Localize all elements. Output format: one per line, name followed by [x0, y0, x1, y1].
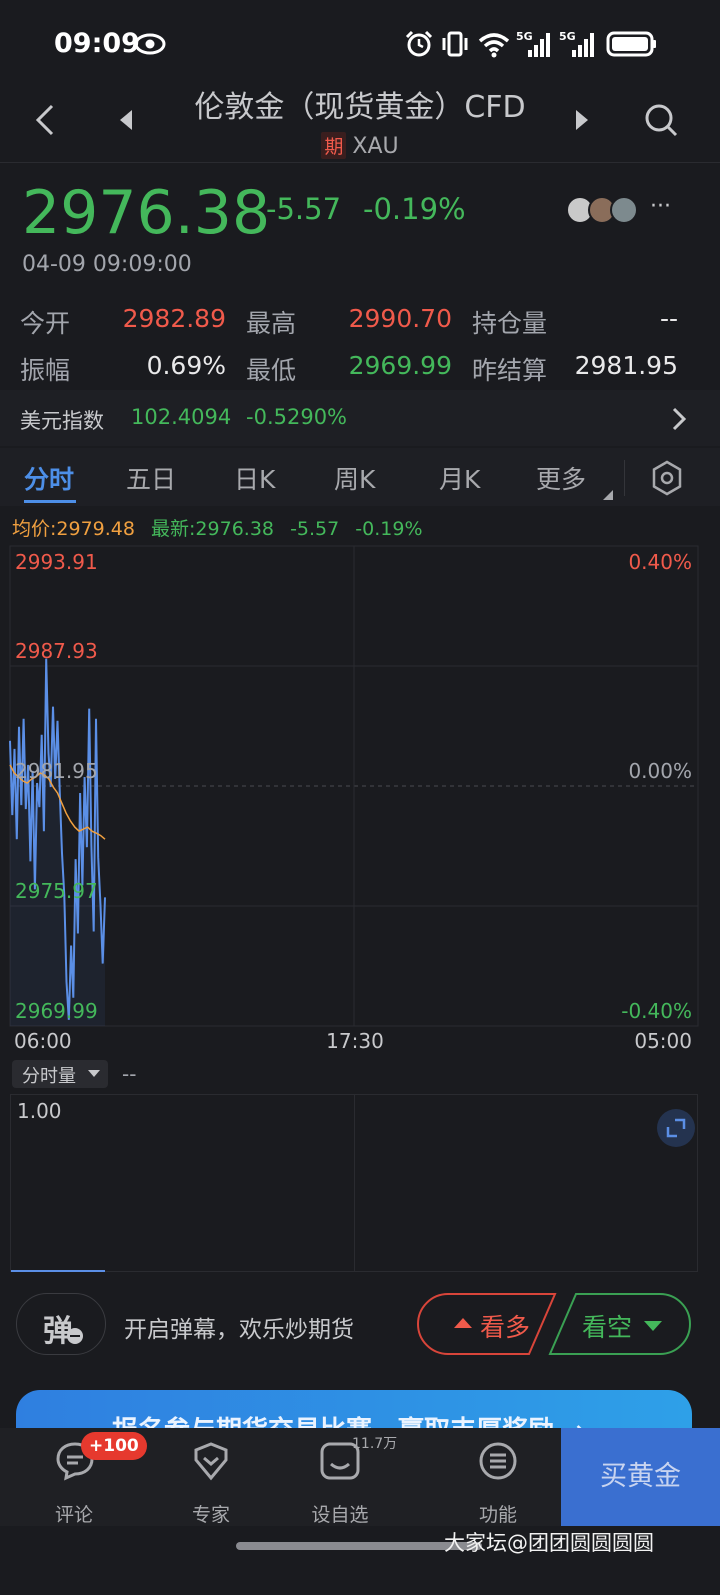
- open-interest-label: 持仓量: [472, 309, 548, 338]
- volume-value: --: [122, 1062, 137, 1086]
- high-value: 2990.70: [348, 304, 452, 333]
- next-symbol-icon[interactable]: [572, 108, 592, 132]
- x-tick-label: 17:30: [326, 1029, 384, 1053]
- expand-button[interactable]: [657, 1109, 695, 1147]
- tab-five-day[interactable]: 五日: [126, 460, 176, 496]
- low-value: 2969.99: [348, 351, 452, 380]
- battery-icon: [606, 31, 656, 57]
- y-tick-label: 2969.99: [15, 999, 98, 1023]
- signal-icon: [528, 33, 550, 57]
- y-tick-label: 2975.97: [15, 879, 98, 903]
- status-bar: 09:09 5G 5G: [0, 0, 720, 90]
- settings-icon[interactable]: [650, 460, 684, 496]
- nav-expert[interactable]: 专家: [171, 1500, 251, 1527]
- quote-timestamp: 04-09 09:09:00: [22, 252, 192, 277]
- buy-gold-button[interactable]: 买黄金: [561, 1428, 720, 1526]
- tab-day-k[interactable]: 日K: [234, 460, 275, 496]
- wifi-icon: [478, 33, 510, 58]
- nav-comment[interactable]: 评论: [34, 1500, 114, 1527]
- futures-tag: 期: [321, 132, 347, 159]
- y-tick-label: 2981.95: [15, 759, 98, 783]
- volume-y-top: 1.00: [17, 1099, 62, 1123]
- corner-triangle-icon: [603, 490, 613, 500]
- y-tick-label: 2993.91: [15, 550, 98, 574]
- last-price: 2976.38: [22, 178, 271, 248]
- low-label: 最低: [246, 356, 297, 385]
- chart-grid: [9, 545, 699, 1027]
- danmaku-icon: 弹: [43, 1314, 73, 1349]
- y-tick-label: 2987.93: [15, 639, 98, 663]
- tabs-divider: [624, 460, 625, 496]
- watermark: 大家坛@团团圆圆圆圆: [444, 1531, 654, 1555]
- function-icon: [479, 1442, 517, 1480]
- watchlist-count: 11.7万: [352, 1436, 398, 1452]
- y-pct-label: 0.40%: [628, 550, 692, 574]
- tab-month-k[interactable]: 月K: [439, 460, 480, 496]
- dropdown-caret-icon: [88, 1070, 100, 1077]
- amplitude-label: 振幅: [20, 356, 71, 385]
- legend-latest: 最新:2976.38: [151, 518, 275, 540]
- header-divider: [0, 162, 720, 163]
- bear-label: 看空: [582, 1313, 633, 1342]
- search-icon[interactable]: [643, 102, 679, 138]
- x-tick-label: 05:00: [634, 1029, 692, 1053]
- tab-intraday[interactable]: 分时: [24, 460, 74, 496]
- open-interest-value: --: [659, 304, 678, 333]
- vibrate-icon: [442, 31, 468, 57]
- y-pct-label: 0.00%: [628, 759, 692, 783]
- open-value: 2982.89: [122, 304, 226, 333]
- signal-icon-2: [572, 33, 594, 57]
- comment-badge: +100: [81, 1432, 147, 1460]
- volume-selector-label: 分时量: [22, 1066, 76, 1087]
- legend-avg: 均价:2979.48: [12, 518, 135, 540]
- tab-more[interactable]: 更多: [536, 460, 586, 496]
- volume-grid-line: [354, 1095, 355, 1271]
- volume-chart: 1.00: [10, 1094, 698, 1272]
- high-label: 最高: [246, 309, 297, 338]
- symbol-code: XAU: [352, 134, 399, 159]
- open-label: 今开: [20, 309, 71, 338]
- legend-change-pct: -0.19%: [355, 518, 423, 540]
- symbol-subtitle: 期 XAU: [0, 132, 720, 159]
- prev-settle-label: 昨结算: [472, 356, 548, 385]
- prev-settle-value: 2981.95: [574, 351, 678, 380]
- dollar-index-row[interactable]: 美元指数 102.4094 -0.5290%: [0, 390, 720, 446]
- expert-icon: [194, 1442, 228, 1481]
- period-tabs: 分时 五日 日K 周K 月K 更多: [0, 448, 720, 506]
- avatar-group[interactable]: [566, 194, 642, 226]
- volume-selector[interactable]: 分时量: [12, 1060, 108, 1088]
- nav-add-watchlist[interactable]: 设自选: [300, 1500, 380, 1527]
- y-pct-label: -0.40%: [621, 999, 692, 1023]
- alarm-icon: [405, 30, 433, 57]
- page-title: 伦敦金（现货黄金）CFD: [194, 90, 526, 125]
- tab-active-indicator: [24, 500, 76, 503]
- x-tick-label: 06:00: [14, 1029, 72, 1053]
- intraday-chart[interactable]: 2993.91 2987.93 2981.95 2975.97 2969.99 …: [0, 540, 720, 1060]
- dxy-change: -0.5290%: [246, 405, 348, 429]
- danmaku-toggle[interactable]: 弹: [16, 1293, 106, 1355]
- avatar: [610, 196, 638, 224]
- dxy-value: 102.4094: [131, 405, 232, 429]
- chart-legend: 均价:2979.48 最新:2976.38 -5.57 -0.19%: [12, 514, 423, 541]
- eye-icon: [134, 33, 166, 55]
- volume-bars: [11, 1270, 105, 1272]
- gesture-area: 大家坛@团团圆圆圆圆: [0, 1526, 720, 1595]
- more-icon[interactable]: ···: [650, 194, 671, 219]
- tab-week-k[interactable]: 周K: [334, 460, 375, 496]
- price-change: -5.57: [266, 192, 342, 226]
- chevron-right-icon: [672, 407, 687, 431]
- bull-label: 看多: [480, 1313, 531, 1342]
- expand-icon: [666, 1118, 686, 1138]
- dxy-label: 美元指数: [20, 409, 104, 433]
- nav-function[interactable]: 功能: [458, 1500, 538, 1527]
- price-change-pct: -0.19%: [363, 192, 466, 226]
- legend-change: -5.57: [290, 518, 340, 540]
- danmaku-prompt: 开启弹幕，欢乐炒期货: [124, 1317, 354, 1343]
- amplitude-value: 0.69%: [146, 351, 226, 380]
- clock: 09:09: [54, 28, 140, 59]
- danmaku-off-icon: [67, 1328, 83, 1344]
